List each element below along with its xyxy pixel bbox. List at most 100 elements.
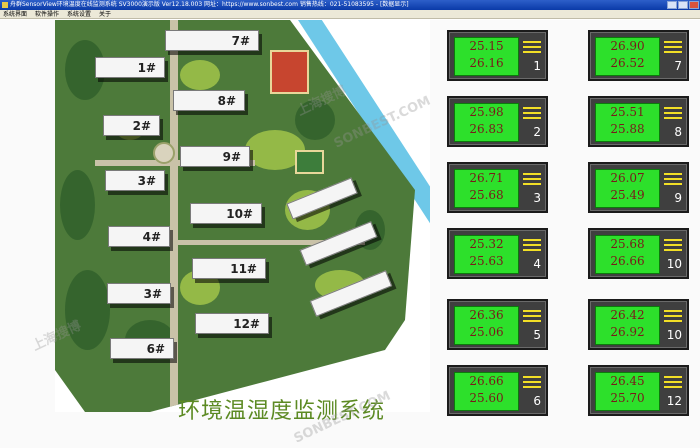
humidity-value: 26.83 (469, 122, 504, 136)
humidity-value: 26.66 (610, 254, 645, 268)
humidity-value: 25.68 (469, 188, 504, 202)
temperature-value: 26.45 (610, 374, 645, 388)
sensor-screen: 26.66 25.60 (454, 372, 519, 411)
sensor-panel-8[interactable]: 25.51 25.88 8 (588, 96, 689, 147)
temperature-value: 26.66 (469, 374, 504, 388)
round-plaza (153, 142, 175, 164)
sensor-id: 8 (674, 125, 682, 139)
running-track (270, 50, 309, 94)
main-content: 7# 1# 8# 2# 9# 3# 10# 4# 11# 3# 12# 6# 环… (0, 20, 700, 448)
sensor-screen: 26.36 25.06 (454, 306, 519, 345)
sensor-screen: 25.32 25.63 (454, 235, 519, 274)
signal-bars (523, 173, 541, 188)
sensor-screen: 26.90 26.52 (595, 37, 660, 76)
sensor-panel-10[interactable]: 25.68 26.66 10 (588, 228, 689, 279)
menu-bar: 系统界面 软件操作 系统设置 关于 (0, 10, 700, 19)
temperature-value: 26.71 (469, 171, 504, 185)
humidity-value: 25.49 (610, 188, 645, 202)
menu-system-settings[interactable]: 系统设置 (67, 10, 91, 18)
building-3[interactable]: 3# (105, 170, 165, 191)
building-9[interactable]: 9# (180, 146, 250, 167)
humidity-value: 26.16 (469, 56, 504, 70)
sensor-screen: 26.42 26.92 (595, 306, 660, 345)
building-1[interactable]: 1# (95, 57, 165, 78)
temperature-value: 25.51 (610, 105, 645, 119)
building-11[interactable]: 11# (192, 258, 266, 279)
signal-bars (664, 376, 682, 391)
sensor-screen: 26.07 25.49 (595, 169, 660, 208)
menu-system-interface[interactable]: 系统界面 (3, 10, 27, 18)
sensor-id: 3 (533, 191, 541, 205)
building-7[interactable]: 7# (165, 30, 259, 51)
sensor-id: 5 (533, 328, 541, 342)
humidity-value: 25.60 (469, 391, 504, 405)
signal-bars (523, 107, 541, 122)
temperature-value: 25.32 (469, 237, 504, 251)
window-titlebar: 舟群SensorView环境温度在线监测系统 SV3000演示版 Ver12.1… (0, 0, 700, 10)
signal-bars (664, 41, 682, 56)
temperature-value: 26.07 (610, 171, 645, 185)
temperature-value: 25.15 (469, 39, 504, 53)
signal-bars (664, 173, 682, 188)
sensor-panel-7[interactable]: 26.90 26.52 7 (588, 30, 689, 81)
sensor-id: 6 (533, 394, 541, 408)
site-map: 7# 1# 8# 2# 9# 3# 10# 4# 11# 3# 12# 6# (55, 20, 430, 412)
sensor-panel-3[interactable]: 26.71 25.68 3 (447, 162, 548, 213)
humidity-value: 26.52 (610, 56, 645, 70)
temperature-value: 26.36 (469, 308, 504, 322)
building-2[interactable]: 2# (103, 115, 160, 136)
humidity-value: 25.63 (469, 254, 504, 268)
sensor-id: 2 (533, 125, 541, 139)
sensor-id: 10 (666, 328, 682, 342)
sensor-panel-1[interactable]: 25.15 26.16 1 (447, 30, 548, 81)
signal-bars (523, 376, 541, 391)
sensor-id: 12 (666, 394, 682, 408)
sensor-id: 9 (674, 191, 682, 205)
sensor-panel-4[interactable]: 25.32 25.63 4 (447, 228, 548, 279)
sensor-screen: 26.45 25.70 (595, 372, 660, 411)
app-icon (2, 2, 8, 8)
maximize-button[interactable] (678, 1, 688, 9)
signal-bars (523, 41, 541, 56)
humidity-value: 26.92 (610, 325, 645, 339)
sensor-panel-9[interactable]: 26.07 25.49 9 (588, 162, 689, 213)
temperature-value: 26.90 (610, 39, 645, 53)
sensor-screen: 26.71 25.68 (454, 169, 519, 208)
signal-bars (523, 239, 541, 254)
window-title: 舟群SensorView环境温度在线监测系统 SV3000演示版 Ver12.1… (10, 1, 409, 8)
window-controls (667, 1, 699, 9)
humidity-value: 25.06 (469, 325, 504, 339)
sensor-screen: 25.98 26.83 (454, 103, 519, 142)
humidity-value: 25.70 (610, 391, 645, 405)
temperature-value: 26.42 (610, 308, 645, 322)
sensor-screen: 25.68 26.66 (595, 235, 660, 274)
building-5[interactable]: 3# (107, 283, 171, 304)
signal-bars (664, 107, 682, 122)
temperature-value: 25.68 (610, 237, 645, 251)
sensor-panel-12[interactable]: 26.45 25.70 12 (588, 365, 689, 416)
building-6[interactable]: 6# (110, 338, 174, 359)
menu-about[interactable]: 关于 (99, 10, 111, 18)
building-8[interactable]: 8# (173, 90, 245, 111)
sensor-panel-11[interactable]: 26.42 26.92 10 (588, 299, 689, 350)
sensor-panel-6[interactable]: 26.66 25.60 6 (447, 365, 548, 416)
sensor-panel-5[interactable]: 26.36 25.06 5 (447, 299, 548, 350)
sensor-id: 10 (666, 257, 682, 271)
temperature-value: 25.98 (469, 105, 504, 119)
menu-software-operation[interactable]: 软件操作 (35, 10, 59, 18)
building-4[interactable]: 4# (108, 226, 170, 247)
sensor-screen: 25.15 26.16 (454, 37, 519, 76)
signal-bars (523, 310, 541, 325)
signal-bars (664, 310, 682, 325)
sensor-id: 4 (533, 257, 541, 271)
minimize-button[interactable] (667, 1, 677, 9)
signal-bars (664, 239, 682, 254)
sensor-panel-2[interactable]: 25.98 26.83 2 (447, 96, 548, 147)
close-button[interactable] (689, 1, 699, 9)
basketball-court (295, 150, 324, 174)
humidity-value: 25.88 (610, 122, 645, 136)
sensor-screen: 25.51 25.88 (595, 103, 660, 142)
building-10[interactable]: 10# (190, 203, 262, 224)
sensor-id: 7 (674, 59, 682, 73)
building-12[interactable]: 12# (195, 313, 269, 334)
